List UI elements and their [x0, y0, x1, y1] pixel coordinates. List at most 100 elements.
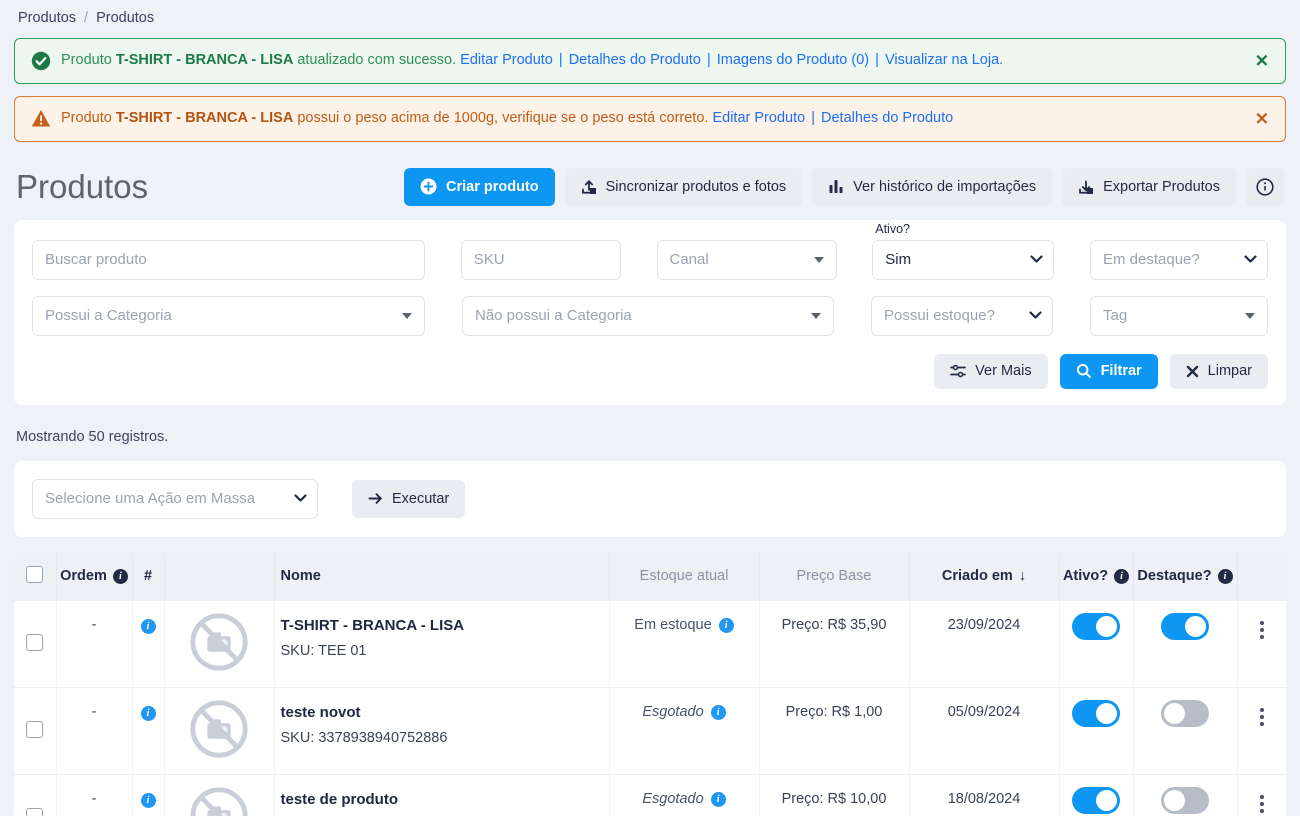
close-icon[interactable]: ✕ [1255, 53, 1269, 70]
actions-cell [1237, 600, 1286, 688]
product-image-cell[interactable] [164, 687, 275, 775]
info-icon[interactable]: i [710, 704, 726, 720]
ordem-cell: - [56, 600, 133, 688]
breadcrumb-separator: / [84, 10, 89, 26]
col-nome[interactable]: Nome [274, 552, 610, 601]
import-history-button[interactable]: Ver histórico de importações [812, 167, 1053, 206]
product-details-link[interactable]: Detalhes do Produto [569, 52, 701, 68]
chevron-down-icon [1029, 311, 1042, 319]
info-icon[interactable]: i [140, 706, 156, 722]
col-preco[interactable]: Preço Base [759, 552, 910, 601]
info-icon[interactable]: i [140, 793, 156, 809]
product-image-cell[interactable] [164, 774, 275, 816]
ativo-selected-value: Sim [885, 251, 912, 269]
edit-product-link[interactable]: Editar Produto [460, 52, 553, 68]
row-checkbox[interactable] [26, 807, 44, 816]
product-name[interactable]: T-SHIRT - BRANCA - LISA [281, 617, 609, 634]
bulk-action-select[interactable]: Selecione uma Ação em Massa [32, 478, 318, 519]
col-criado[interactable]: Criado em ↓ [909, 552, 1060, 601]
featured-toggle[interactable] [1161, 787, 1209, 815]
col-destaque[interactable]: Destaque? i [1133, 552, 1238, 601]
product-name[interactable]: teste de produto [281, 791, 609, 808]
create-product-button[interactable]: Criar produto [403, 167, 555, 206]
product-details-link[interactable]: Detalhes do Produto [821, 110, 953, 126]
possui-categoria-select[interactable]: Possui a Categoria [32, 295, 425, 336]
stock-cell: Esgotado i [609, 774, 760, 816]
active-toggle[interactable] [1072, 613, 1120, 641]
info-button[interactable] [1246, 167, 1284, 206]
featured-toggle[interactable] [1161, 613, 1209, 641]
possui-estoque-select[interactable]: Possui estoque? [871, 295, 1053, 336]
info-icon[interactable]: i [140, 619, 156, 635]
toggle-knob [1164, 790, 1185, 812]
product-images-link[interactable]: Imagens do Produto (0) [717, 52, 869, 68]
sku-field[interactable] [460, 239, 621, 280]
em-destaque-select[interactable]: Em destaque? [1090, 239, 1268, 280]
row-select-cell [14, 774, 57, 816]
toggle-knob [1185, 616, 1206, 638]
link-separator: | [706, 52, 711, 69]
close-icon[interactable]: ✕ [1255, 110, 1269, 127]
kebab-menu-icon[interactable] [1254, 789, 1270, 816]
info-icon[interactable]: i [1217, 568, 1233, 584]
product-sku: SKU: TEE 01 [280, 643, 367, 660]
filtrar-button[interactable]: Filtrar [1059, 353, 1158, 389]
toggle-knob [1096, 790, 1117, 812]
col-ordem[interactable]: Ordem i [56, 552, 133, 601]
col-estoque[interactable]: Estoque atual [609, 552, 760, 601]
info-icon[interactable]: i [710, 791, 726, 807]
executar-button[interactable]: Executar [352, 479, 466, 518]
product-name[interactable]: teste novot [281, 704, 609, 721]
featured-cell [1133, 687, 1238, 775]
search-product-input[interactable] [45, 251, 412, 269]
chevron-down-icon [1244, 255, 1257, 263]
kebab-menu-icon[interactable] [1254, 615, 1270, 645]
ver-mais-button[interactable]: Ver Mais [934, 353, 1048, 389]
search-icon [1076, 364, 1091, 379]
active-toggle[interactable] [1072, 700, 1120, 728]
nao-possui-categoria-select[interactable]: Não possui a Categoria [462, 295, 834, 336]
tag-select[interactable]: Tag [1090, 295, 1268, 336]
active-cell [1059, 774, 1134, 816]
info-icon[interactable]: i [718, 617, 734, 633]
search-product-field[interactable] [32, 239, 425, 280]
featured-toggle[interactable] [1161, 700, 1209, 728]
page-header: Produtos Criar produto Sincronizar produ… [0, 154, 1300, 214]
edit-product-link[interactable]: Editar Produto [712, 110, 805, 126]
export-products-button[interactable]: Exportar Produtos [1062, 167, 1236, 206]
product-image-cell[interactable] [164, 600, 275, 688]
ordem-cell: - [56, 774, 133, 816]
download-icon [1079, 180, 1094, 194]
warning-triangle-icon [31, 110, 51, 127]
products-table: Ordem i # Nome Estoque atual Preço Base C… [14, 552, 1286, 816]
export-products-label: Exportar Produtos [1103, 178, 1220, 195]
kebab-menu-icon[interactable] [1254, 702, 1270, 732]
canal-select[interactable]: Canal [656, 239, 837, 280]
stock-cell: Esgotado i [609, 687, 760, 775]
filter-row-2: Possui a Categoria Não possui a Categori… [32, 295, 1268, 336]
hash-cell: i [132, 774, 165, 816]
row-checkbox[interactable] [26, 633, 44, 651]
info-icon[interactable]: i [1114, 568, 1130, 584]
breadcrumb: Produtos / Produtos [0, 0, 1300, 34]
row-checkbox[interactable] [26, 720, 44, 738]
active-toggle[interactable] [1072, 787, 1120, 815]
info-icon[interactable]: i [112, 568, 128, 584]
page-title: Produtos [16, 167, 149, 205]
bar-chart-icon [829, 180, 843, 194]
stock-status: Esgotado [642, 704, 704, 721]
warning-message: Produto T-SHIRT - BRANCA - LISA possui o… [61, 109, 953, 129]
warning-product-name: T-SHIRT - BRANCA - LISA [115, 110, 294, 126]
sku-input[interactable] [473, 251, 608, 269]
view-in-store-link[interactable]: Visualizar na Loja. [885, 52, 1003, 68]
table-row: - i T-SHIRT - BRANCA - LISA SKU: TEE 01 … [14, 600, 1286, 688]
ativo-select[interactable]: Ativo? Sim [872, 222, 1055, 280]
select-all-checkbox[interactable] [26, 565, 44, 583]
sync-products-button[interactable]: Sincronizar produtos e fotos [564, 167, 803, 206]
product-name-cell: teste de produto SKU: 337898940752886ddd [274, 774, 610, 816]
sync-products-label: Sincronizar produtos e fotos [605, 178, 787, 195]
limpar-button[interactable]: Limpar [1169, 353, 1268, 389]
breadcrumb-link-produtos[interactable]: Produtos [18, 10, 76, 26]
nao-possui-categoria-placeholder: Não possui a Categoria [475, 307, 632, 325]
col-ativo[interactable]: Ativo? i [1059, 552, 1134, 601]
